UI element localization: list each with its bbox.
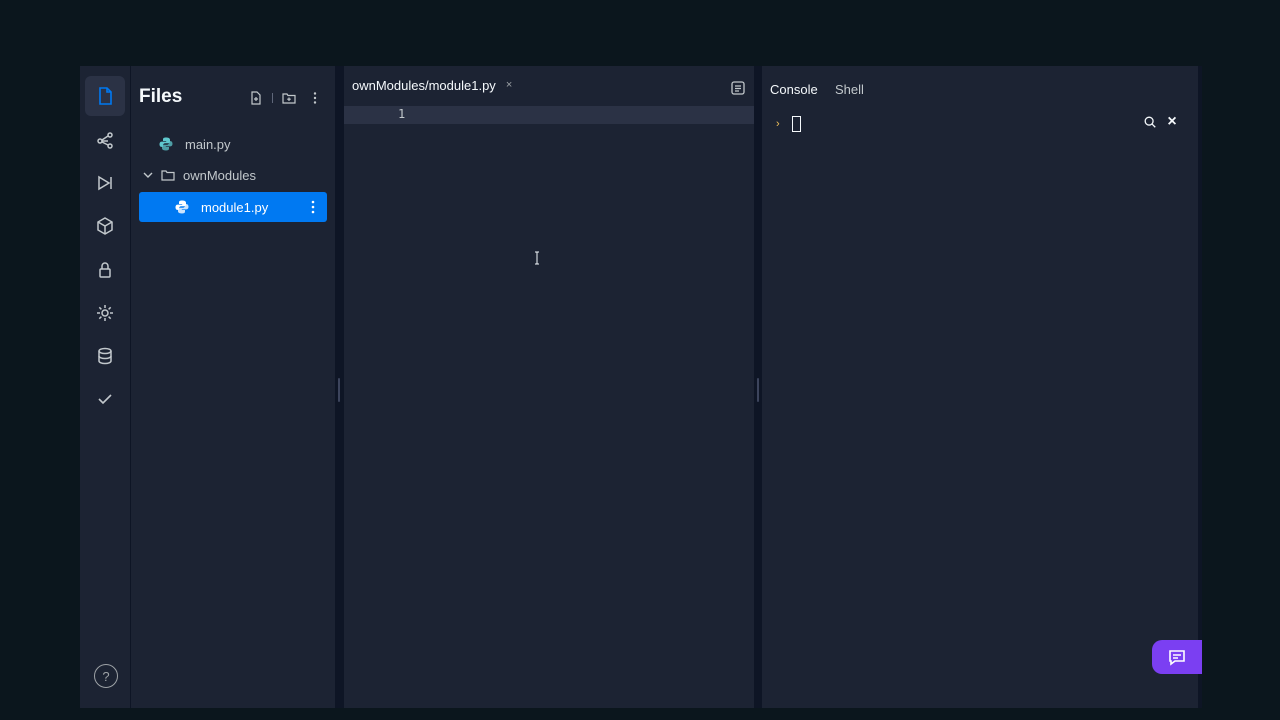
packages-button[interactable]	[85, 206, 125, 246]
database-icon	[98, 347, 112, 365]
git-icon	[97, 132, 113, 149]
file-item-module1[interactable]: module1.py	[139, 192, 327, 222]
run-button[interactable]	[85, 163, 125, 203]
check-icon	[98, 394, 112, 405]
file-label: module1.py	[201, 199, 269, 215]
files-menu-button[interactable]	[305, 88, 325, 108]
database-button[interactable]	[85, 336, 125, 376]
kebab-icon	[313, 92, 317, 104]
files-button[interactable]	[85, 76, 125, 116]
console-clear-button[interactable]: ×	[1164, 113, 1180, 130]
line-number: 1	[398, 107, 406, 121]
new-folder-button[interactable]	[279, 88, 299, 108]
close-icon: ×	[1167, 113, 1177, 130]
close-tab-icon[interactable]: ×	[506, 79, 512, 91]
tab-shell[interactable]: Shell	[835, 66, 864, 112]
files-panel: Files main.py ownModules module1.py	[131, 66, 335, 708]
file-item-main[interactable]: main.py	[139, 129, 327, 159]
packages-icon	[97, 217, 113, 235]
active-line	[344, 106, 754, 124]
editor-resize-handle[interactable]	[757, 378, 759, 402]
folder-label: ownModules	[183, 167, 256, 183]
console-cursor[interactable]	[792, 116, 801, 132]
settings-button[interactable]	[85, 293, 125, 333]
tab-console[interactable]: Console	[770, 66, 818, 112]
gear-icon	[97, 305, 113, 321]
console-pane: Console Shell › ×	[762, 66, 1198, 708]
file-menu-icon[interactable]	[305, 199, 321, 215]
console-prompt: ›	[776, 118, 780, 130]
python-icon	[159, 137, 173, 151]
text-cursor-icon	[535, 251, 539, 265]
help-icon: ?	[102, 668, 110, 684]
folder-icon	[161, 170, 175, 181]
folder-item-ownmodules[interactable]: ownModules	[139, 160, 327, 190]
editor-tab[interactable]: ownModules/module1.py ×	[344, 66, 521, 104]
new-file-icon	[251, 91, 261, 105]
search-icon	[1144, 116, 1156, 128]
secrets-button[interactable]	[85, 250, 125, 290]
tab-label: ownModules/module1.py	[352, 77, 496, 93]
files-title: Files	[139, 86, 183, 107]
chat-button[interactable]	[1152, 640, 1202, 674]
run-icon	[98, 175, 112, 191]
tests-button[interactable]	[85, 379, 125, 419]
python-icon	[175, 200, 189, 214]
chevron-down-icon	[143, 172, 153, 178]
editor-pane: ownModules/module1.py × 1	[344, 66, 754, 708]
new-folder-icon	[282, 93, 296, 104]
chat-icon	[1169, 650, 1185, 666]
workspace: ? Files main.py ownModules module1.py ow…	[80, 66, 1202, 708]
editor-options-icon[interactable]	[730, 80, 746, 96]
lock-icon	[99, 262, 111, 278]
divider	[272, 93, 273, 103]
files-resize-handle[interactable]	[338, 378, 340, 402]
git-button[interactable]	[85, 120, 125, 160]
files-actions	[246, 88, 325, 108]
code-editor[interactable]: 1	[344, 104, 754, 708]
files-icon	[99, 87, 112, 105]
help-button[interactable]: ?	[94, 664, 118, 688]
new-file-button[interactable]	[246, 88, 266, 108]
console-search-button[interactable]	[1142, 114, 1158, 130]
file-label: main.py	[185, 136, 231, 152]
activity-bar: ?	[80, 66, 131, 708]
